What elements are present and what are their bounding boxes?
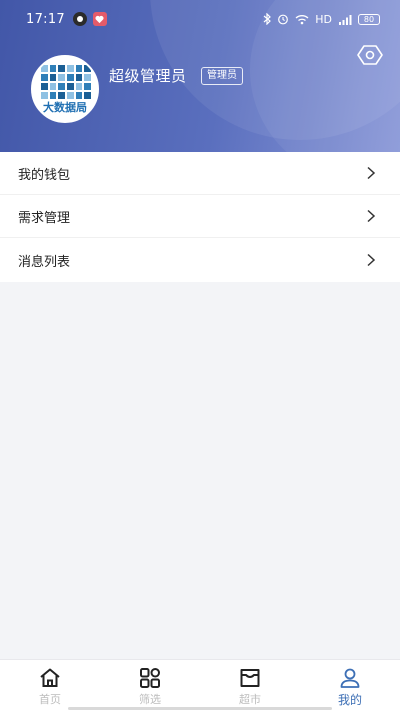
tab-label: 首页 — [39, 693, 61, 706]
battery-icon: 80 — [358, 13, 380, 25]
status-bar: 17:17 HD 80 — [0, 0, 400, 38]
menu-item-demand-management[interactable]: 需求管理 — [0, 195, 400, 238]
avatar[interactable]: 大数据局 — [31, 55, 99, 123]
battery-level: 80 — [363, 14, 375, 24]
avatar-logo-text: 大数据局 — [43, 101, 87, 114]
notification-heart-icon — [92, 12, 107, 26]
tab-label: 超市 — [239, 693, 261, 706]
tab-mine[interactable]: 我的 — [300, 660, 400, 711]
notification-app-icon — [72, 12, 87, 26]
chevron-right-icon — [367, 209, 376, 223]
menu-item-label: 需求管理 — [18, 210, 71, 226]
home-icon — [40, 668, 60, 687]
menu-item-label: 消息列表 — [18, 254, 71, 270]
tab-label: 我的 — [337, 693, 362, 707]
signal-icon — [338, 14, 352, 25]
chevron-right-icon — [367, 166, 376, 180]
alarm-icon — [277, 13, 289, 25]
menu-item-message-list[interactable]: 消息列表 — [0, 238, 400, 282]
tab-home[interactable]: 首页 — [0, 660, 100, 711]
user-icon — [340, 668, 360, 688]
home-indicator — [68, 707, 332, 710]
role-badge: 管理员 — [201, 67, 243, 85]
bluetooth-icon — [263, 13, 272, 25]
user-name: 超级管理员 — [109, 67, 187, 85]
menu-item-wallet[interactable]: 我的钱包 — [0, 152, 400, 195]
tab-filter[interactable]: 筛选 — [100, 660, 200, 711]
network-type-label: HD — [315, 12, 332, 26]
bottom-tab-bar: 首页 筛选 超市 我的 — [0, 659, 400, 711]
store-icon — [240, 669, 260, 687]
avatar-logo-graphic — [41, 65, 91, 99]
status-time: 17:17 — [26, 11, 65, 27]
tab-market[interactable]: 超市 — [200, 660, 300, 711]
wifi-icon — [295, 14, 309, 25]
tab-label: 筛选 — [139, 693, 161, 706]
profile-header: 17:17 HD 80 大数据局 超级管理员 管理员 — [0, 0, 400, 152]
settings-hexagon-icon[interactable] — [357, 42, 383, 68]
menu-item-label: 我的钱包 — [18, 167, 71, 183]
chevron-right-icon — [367, 253, 376, 267]
profile-menu: 我的钱包 需求管理 消息列表 — [0, 152, 400, 282]
grid-icon — [140, 668, 160, 688]
